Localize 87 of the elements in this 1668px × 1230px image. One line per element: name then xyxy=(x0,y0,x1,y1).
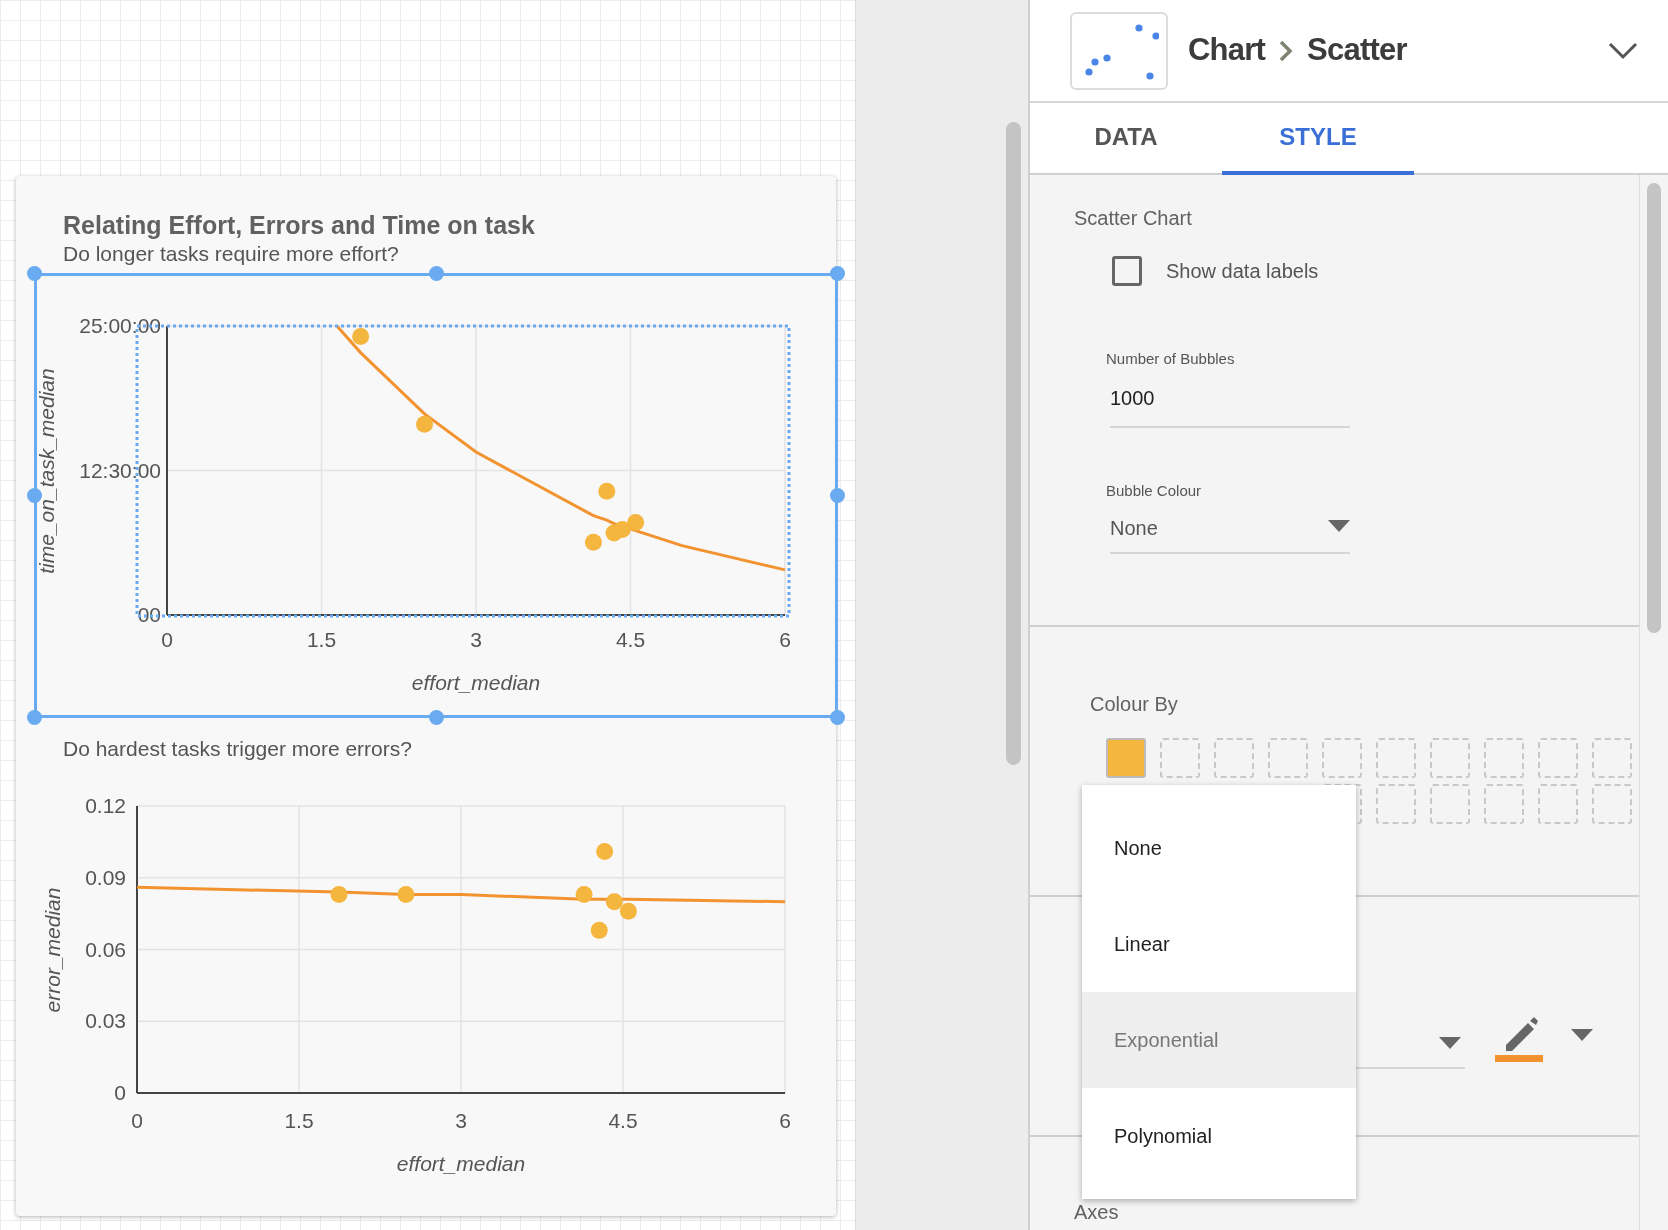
data-point xyxy=(627,514,645,531)
x-tick-label: 1.5 xyxy=(284,1109,314,1132)
caret-icon xyxy=(1439,1037,1461,1049)
data-point xyxy=(397,886,415,903)
empty-swatch[interactable] xyxy=(1592,784,1632,824)
number-field[interactable]: 1000 xyxy=(1110,384,1350,428)
data-point xyxy=(330,886,348,903)
y-tick-label: 0.03 xyxy=(85,1009,126,1033)
data-point xyxy=(619,902,637,920)
chart-subtitle: Do hardest tasks trigger more errors? xyxy=(62,737,413,761)
y-tick-label: 0.06 xyxy=(85,937,126,961)
x-axis-title: effort_median xyxy=(411,671,541,694)
checkbox[interactable] xyxy=(1112,256,1142,286)
y-tick-label: 0.12 xyxy=(85,794,126,817)
field-label: Number of Bubbles xyxy=(1106,350,1236,368)
panel-tab[interactable]: DATA xyxy=(1030,103,1222,175)
y-tick-label: 0 xyxy=(114,1081,126,1104)
x-tick-label: 6 xyxy=(779,1109,791,1132)
data-point xyxy=(575,886,593,903)
data-point xyxy=(596,842,614,860)
resize-handle[interactable] xyxy=(429,710,444,725)
x-tick-label: 6 xyxy=(779,628,791,651)
empty-swatch[interactable] xyxy=(1430,738,1470,778)
data-point xyxy=(416,415,433,433)
field-label: Bubble Colour xyxy=(1106,482,1203,500)
panel-tab[interactable]: STYLE xyxy=(1222,103,1414,175)
empty-swatch[interactable] xyxy=(1214,738,1254,778)
dropdown-field[interactable]: None xyxy=(1110,510,1350,554)
chart-type-thumbnail[interactable] xyxy=(1070,11,1168,90)
menu-item[interactable]: Exponential xyxy=(1082,992,1356,1088)
resize-handle[interactable] xyxy=(830,488,845,503)
empty-swatch[interactable] xyxy=(1322,738,1362,778)
caret-icon xyxy=(1328,520,1350,532)
empty-swatch[interactable] xyxy=(1160,738,1200,778)
scrollbar[interactable] xyxy=(1006,122,1021,765)
data-point xyxy=(605,893,623,911)
y-tick-label: 12:30:00 xyxy=(79,458,161,482)
breadcrumb-item: Scatter xyxy=(1307,31,1407,70)
data-point xyxy=(590,921,608,939)
x-tick-label: 3 xyxy=(470,628,482,651)
menu-item[interactable]: None xyxy=(1082,800,1356,896)
section-title: Scatter Chart xyxy=(1074,206,1193,230)
report-title: Relating Effort, Errors and Time on task xyxy=(62,210,536,240)
x-axis-title: effort_median xyxy=(396,1152,526,1175)
y-axis-title: time_on_task_median xyxy=(35,368,58,574)
chevron-right-icon xyxy=(1279,39,1294,62)
resize-handle[interactable] xyxy=(830,710,845,725)
x-tick-label: 3 xyxy=(455,1109,467,1132)
resize-handle[interactable] xyxy=(27,710,42,725)
empty-swatch[interactable] xyxy=(1538,784,1578,824)
x-tick-label: 1.5 xyxy=(306,628,337,651)
data-point xyxy=(352,327,370,345)
scatter-chart[interactable]: 0 1.5 3 4.5 6 0 0.03 0.06 0.09 0.12 effort_median error_median xyxy=(16,761,836,1199)
x-tick-label: 0 xyxy=(131,1109,143,1132)
x-tick-label: 0 xyxy=(161,628,173,651)
empty-swatch[interactable] xyxy=(1376,784,1416,824)
empty-swatch[interactable] xyxy=(1592,738,1632,778)
empty-swatch[interactable] xyxy=(1484,784,1524,824)
data-point xyxy=(598,482,616,500)
y-axis-title: error_median xyxy=(41,887,64,1013)
colour-swatch[interactable] xyxy=(1106,738,1146,778)
resize-handle[interactable] xyxy=(429,266,444,281)
chart-subtitle: Do longer tasks require more effort? xyxy=(62,241,400,267)
checkbox-label: Show data labels xyxy=(1166,259,1319,284)
empty-swatch[interactable] xyxy=(1484,738,1524,778)
chevron-down-icon[interactable] xyxy=(1608,41,1638,60)
breadcrumb-item[interactable]: Chart xyxy=(1188,27,1266,74)
y-tick-label: 0.09 xyxy=(85,865,126,889)
section-title: Axes xyxy=(1074,1200,1120,1224)
section-title: Colour By xyxy=(1090,692,1179,716)
scrollbar[interactable] xyxy=(1647,183,1661,633)
line-colour-bar xyxy=(1495,1055,1543,1062)
data-point xyxy=(584,533,602,551)
empty-swatch[interactable] xyxy=(1376,738,1416,778)
empty-swatch[interactable] xyxy=(1430,784,1470,824)
y-tick-label: 25:00:00 xyxy=(79,314,161,337)
caret-icon xyxy=(1571,1029,1593,1041)
menu-item[interactable]: Polynomial xyxy=(1082,1088,1356,1184)
x-tick-label: 4.5 xyxy=(615,628,646,651)
empty-swatch[interactable] xyxy=(1538,738,1578,778)
resize-handle[interactable] xyxy=(830,266,845,281)
empty-swatch[interactable] xyxy=(1268,738,1308,778)
menu-item[interactable]: Linear xyxy=(1082,896,1356,992)
line-colour-button[interactable] xyxy=(1495,1017,1543,1062)
resize-handle[interactable] xyxy=(27,266,42,281)
x-tick-label: 4.5 xyxy=(608,1109,638,1132)
data-point xyxy=(613,520,631,538)
